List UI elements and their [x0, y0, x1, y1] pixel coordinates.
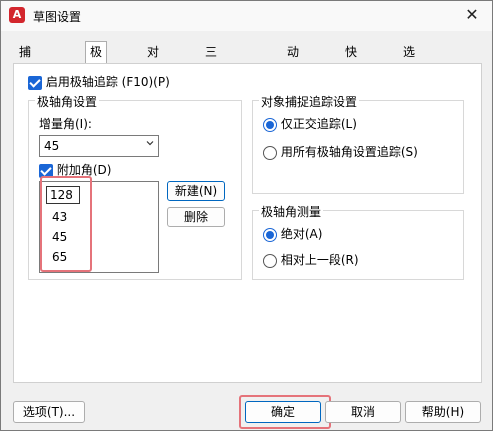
- chevron-down-icon: [146, 141, 154, 146]
- tab-dynamic-input[interactable]: 动态输入: [283, 42, 303, 119]
- increment-angle-select[interactable]: 45: [39, 135, 159, 157]
- ok-button[interactable]: 确定: [245, 401, 321, 423]
- highlight-box-angles: [40, 176, 92, 272]
- dialog-window: A 草图设置 ✕ 捕捉和栅格 极轴追踪 对象捕捉 三维对象捕捉 动态输入 快捷特…: [0, 0, 493, 431]
- delete-angle-button[interactable]: 删除: [167, 207, 225, 227]
- all-polar-tracking-option[interactable]: 用所有极轴角设置追踪(S): [263, 143, 418, 160]
- autocad-app-icon: A: [9, 7, 25, 23]
- all-polar-tracking-label: 用所有极轴角设置追踪(S): [280, 145, 418, 159]
- additional-angles-label: 附加角(D): [56, 163, 112, 177]
- title-bar: A 草图设置 ✕: [1, 1, 492, 31]
- relative-radio[interactable]: [263, 253, 277, 268]
- polar-measurement-group: 极轴角测量 绝对(A) 相对上一段(R): [252, 203, 464, 280]
- orthogonal-tracking-option[interactable]: 仅正交追踪(L): [263, 115, 357, 132]
- increment-angle-label: 增量角(I):: [39, 117, 92, 131]
- help-button[interactable]: 帮助(H): [405, 401, 481, 423]
- cancel-button[interactable]: 取消: [325, 401, 401, 423]
- increment-angle-value: 45: [44, 139, 60, 153]
- tab-selection-cycling[interactable]: 选择循环: [399, 42, 419, 119]
- enable-polar-row[interactable]: 启用极轴追踪 (F10)(P): [28, 73, 170, 90]
- relative-option[interactable]: 相对上一段(R): [263, 251, 359, 268]
- polar-tracking-panel: 启用极轴追踪 (F10)(P) 极轴角设置 增量角(I): 45 附加角(D) …: [13, 63, 482, 383]
- new-angle-button[interactable]: 新建(N): [167, 181, 225, 201]
- object-snap-tracking-legend: 对象捕捉追踪设置: [259, 93, 360, 110]
- all-polar-tracking-radio[interactable]: [263, 145, 277, 160]
- absolute-radio[interactable]: [263, 227, 277, 242]
- angle-settings-legend: 极轴角设置: [35, 93, 100, 110]
- tab-object-snap[interactable]: 对象捕捉: [143, 42, 163, 119]
- options-button[interactable]: 选项(T)...: [13, 401, 85, 423]
- tab-quick-properties[interactable]: 快捷特性: [341, 42, 361, 119]
- close-icon[interactable]: ✕: [462, 5, 482, 25]
- tab-snap-grid[interactable]: 捕捉和栅格: [15, 42, 35, 139]
- enable-polar-checkbox[interactable]: [28, 75, 42, 90]
- dialog-title: 草图设置: [33, 10, 82, 24]
- enable-polar-label: 启用极轴追踪 (F10)(P): [45, 75, 170, 89]
- relative-label: 相对上一段(R): [280, 253, 359, 267]
- absolute-option[interactable]: 绝对(A): [263, 225, 322, 242]
- orthogonal-tracking-radio[interactable]: [263, 117, 277, 132]
- orthogonal-tracking-label: 仅正交追踪(L): [280, 117, 357, 131]
- tab-polar-tracking[interactable]: 极轴追踪: [85, 41, 108, 119]
- polar-measurement-legend: 极轴角测量: [259, 203, 324, 220]
- tab-3d-object-snap[interactable]: 三维对象捕捉: [201, 42, 221, 159]
- absolute-label: 绝对(A): [280, 227, 323, 241]
- object-snap-tracking-group: 对象捕捉追踪设置 仅正交追踪(L) 用所有极轴角设置追踪(S): [252, 93, 464, 194]
